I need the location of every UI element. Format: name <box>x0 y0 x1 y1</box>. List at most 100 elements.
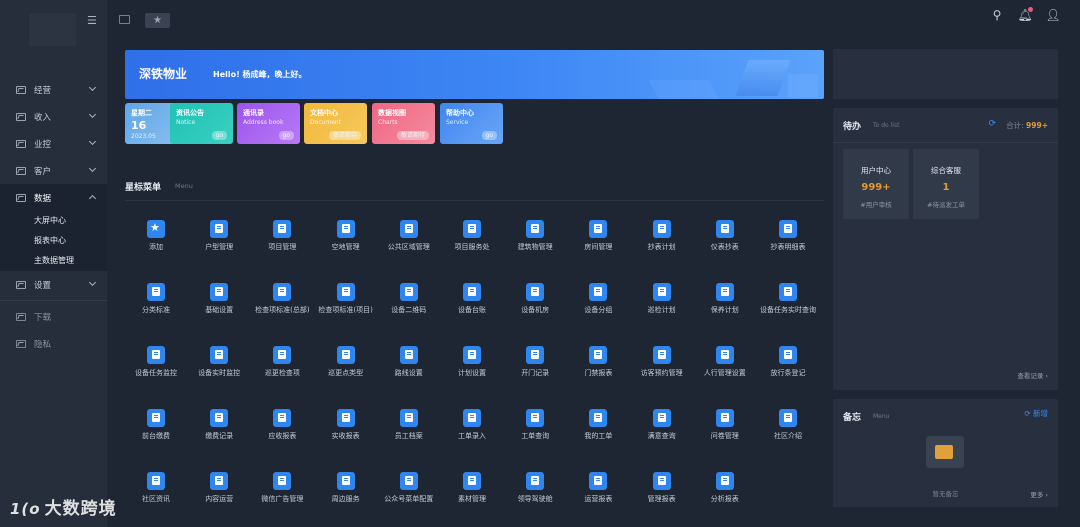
todo-card-user-center[interactable]: 用户中心 999+ #用户审核 <box>843 149 909 219</box>
menu-item[interactable]: 访客预约管理 <box>631 346 693 378</box>
go-button[interactable]: go <box>211 131 227 140</box>
menu-item[interactable]: 员工档案 <box>378 409 440 441</box>
menu-item[interactable]: 检查项标准(总部) <box>251 283 313 315</box>
go-button[interactable]: go <box>278 131 294 140</box>
menu-item[interactable]: 放行条登记 <box>757 346 819 378</box>
menu-item-label: 空地管理 <box>331 243 360 251</box>
tab-mail-icon[interactable] <box>119 15 130 24</box>
more-memo-link[interactable]: 更多 › <box>1030 489 1048 499</box>
document-icon <box>463 346 481 364</box>
sidebar-item-customers[interactable]: 客户 <box>0 157 107 184</box>
menu-item[interactable]: 微信广告管理 <box>251 472 313 504</box>
menu-item[interactable]: 抄表明细表 <box>757 220 819 252</box>
coming-soon-badge: 敬请期待 <box>328 131 361 140</box>
menu-item[interactable]: 巡更检查项 <box>251 346 313 378</box>
menu-item[interactable]: 实收报表 <box>315 409 377 441</box>
add-memo-button[interactable]: ⟳ 新增 <box>1024 408 1048 419</box>
menu-item[interactable]: 仪表抄表 <box>694 220 756 252</box>
menu-item[interactable]: 设备机房 <box>504 283 566 315</box>
sidebar-item-control[interactable]: 业控 <box>0 130 107 157</box>
document-icon <box>147 346 165 364</box>
sidebar-item-data[interactable]: 数据 <box>0 184 107 211</box>
search-icon[interactable]: ⚲ <box>989 8 1005 24</box>
menu-item[interactable]: 运营报表 <box>567 472 629 504</box>
menu-item[interactable]: 门禁报表 <box>567 346 629 378</box>
menu-item[interactable]: 路线设置 <box>378 346 440 378</box>
menu-collapse-icon[interactable]: ☰ <box>87 14 97 27</box>
menu-item-label: 管理报表 <box>647 495 676 503</box>
sidebar-subitem-screen-center[interactable]: 大屏中心 <box>0 211 107 231</box>
todo-card-customer-service[interactable]: 综合客服 1 #待派发工单 <box>913 149 979 219</box>
menu-item[interactable]: 项目服务处 <box>441 220 503 252</box>
address-book-card[interactable]: 通讯录 Address book go <box>237 103 300 144</box>
charts-card[interactable]: 数据视图 Charts 敬请期待 <box>372 103 435 144</box>
sidebar-subitem-master-data[interactable]: 主数据管理 <box>0 251 107 271</box>
menu-item[interactable]: 素材管理 <box>441 472 503 504</box>
menu-item[interactable]: 添加 <box>125 220 187 252</box>
document-card[interactable]: 文档中心 Document 敬请期待 <box>304 103 367 144</box>
menu-item[interactable]: 管理报表 <box>631 472 693 504</box>
menu-item[interactable]: 分析报表 <box>694 472 756 504</box>
menu-item[interactable]: 保养计划 <box>694 283 756 315</box>
view-records-link[interactable]: 查看记录 › <box>1017 370 1048 380</box>
menu-item[interactable]: 缴费记录 <box>188 409 250 441</box>
user-icon[interactable]: 👤︎ <box>1045 8 1061 24</box>
bell-icon[interactable]: 🔔︎ <box>1017 7 1033 24</box>
menu-item[interactable]: 社区介绍 <box>757 409 819 441</box>
menu-item[interactable]: 项目管理 <box>251 220 313 252</box>
top-right-panel <box>833 49 1058 99</box>
sidebar-item-operations[interactable]: 经营 <box>0 76 107 103</box>
tab-star-icon[interactable]: ★ <box>145 13 170 28</box>
menu-item[interactable]: 前台缴费 <box>125 409 187 441</box>
go-button[interactable]: go <box>481 131 497 140</box>
menu-item[interactable]: 设备任务实时查询 <box>757 283 819 315</box>
menu-item[interactable]: 公共区域管理 <box>378 220 440 252</box>
menu-item[interactable]: 内容运营 <box>188 472 250 504</box>
menu-item-label: 分析报表 <box>710 495 739 503</box>
menu-item[interactable]: 检查项标准(项目) <box>315 283 377 315</box>
menu-item[interactable]: 周边服务 <box>315 472 377 504</box>
sidebar-subitem-report-center[interactable]: 报表中心 <box>0 231 107 251</box>
menu-item[interactable]: 满意查询 <box>631 409 693 441</box>
menu-item-label: 建筑物管理 <box>517 243 553 251</box>
menu-item[interactable]: 工单查询 <box>504 409 566 441</box>
menu-item[interactable]: 分类标准 <box>125 283 187 315</box>
menu-item-label: 应收报表 <box>268 432 297 440</box>
menu-item[interactable]: 巡更点类型 <box>315 346 377 378</box>
notice-card[interactable]: 资讯公告 Notice go <box>170 103 233 144</box>
menu-item[interactable]: 公众号菜单配置 <box>378 472 440 504</box>
menu-item-label: 项目服务处 <box>454 243 490 251</box>
coming-soon-badge: 敬请期待 <box>396 131 429 140</box>
menu-item-label: 问卷管理 <box>710 432 739 440</box>
sidebar-item-download[interactable]: 下载 <box>0 303 107 330</box>
sidebar-item-privacy[interactable]: 隐私 <box>0 330 107 357</box>
menu-item[interactable]: 基础设置 <box>188 283 250 315</box>
menu-item[interactable]: 空地管理 <box>315 220 377 252</box>
menu-item[interactable]: 建筑物管理 <box>504 220 566 252</box>
menu-item[interactable]: 设备分组 <box>567 283 629 315</box>
menu-item[interactable]: 房间管理 <box>567 220 629 252</box>
menu-item[interactable]: 开门记录 <box>504 346 566 378</box>
menu-item[interactable]: 人行管理设置 <box>694 346 756 378</box>
menu-item[interactable]: 设备二维码 <box>378 283 440 315</box>
menu-item[interactable]: 户型管理 <box>188 220 250 252</box>
menu-item[interactable]: 设备实时监控 <box>188 346 250 378</box>
sidebar-item-settings[interactable]: 设置 <box>0 271 107 298</box>
menu-item[interactable]: 问卷管理 <box>694 409 756 441</box>
menu-item[interactable]: 抄表计划 <box>631 220 693 252</box>
menu-item[interactable]: 设备任务监控 <box>125 346 187 378</box>
document-icon <box>715 472 734 490</box>
help-center-card[interactable]: 帮助中心 Service go <box>440 103 503 144</box>
menu-item[interactable]: 设备台账 <box>441 283 503 315</box>
sidebar-item-income[interactable]: 收入 <box>0 103 107 130</box>
menu-item[interactable]: 社区资讯 <box>125 472 187 504</box>
menu-item[interactable]: 巡检计划 <box>631 283 693 315</box>
menu-item-label: 设备二维码 <box>391 306 427 314</box>
notification-badge <box>1028 7 1033 12</box>
menu-item[interactable]: 工单录入 <box>441 409 503 441</box>
menu-item[interactable]: 计划设置 <box>441 346 503 378</box>
menu-item[interactable]: 领导驾驶舱 <box>504 472 566 504</box>
menu-item[interactable]: 应收报表 <box>251 409 313 441</box>
refresh-icon[interactable]: ⟳ <box>988 119 996 129</box>
menu-item[interactable]: 我的工单 <box>567 409 629 441</box>
